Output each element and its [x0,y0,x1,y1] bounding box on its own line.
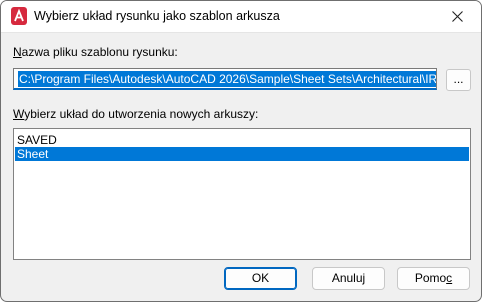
title-bar: Wybierz układ rysunku jako szablon arkus… [1,1,481,33]
layouts-listbox[interactable]: SAVED Sheet [13,128,471,260]
layouts-label: Wybierz układ do utworzenia nowych arkus… [13,107,259,121]
list-item-saved[interactable]: SAVED [15,133,469,147]
window-title: Wybierz układ rysunku jako szablon arkus… [34,9,280,23]
template-file-label: Nazwa pliku szablonu rysunku: [13,45,178,59]
close-icon [452,11,463,22]
ok-button[interactable]: OK [224,267,297,290]
close-button[interactable] [435,1,481,32]
browse-button[interactable]: ... [446,69,471,91]
dialog-window: Wybierz układ rysunku jako szablon arkus… [0,0,482,302]
help-button[interactable]: Pomoc [397,267,470,290]
list-item-sheet[interactable]: Sheet [15,147,469,161]
template-path-input[interactable]: C:\Program Files\Autodesk\AutoCAD 2026\S… [13,68,437,90]
cancel-button[interactable]: Anuluj [312,267,385,290]
template-path-value: C:\Program Files\Autodesk\AutoCAD 2026\S… [18,71,436,87]
autocad-app-icon [11,7,27,25]
